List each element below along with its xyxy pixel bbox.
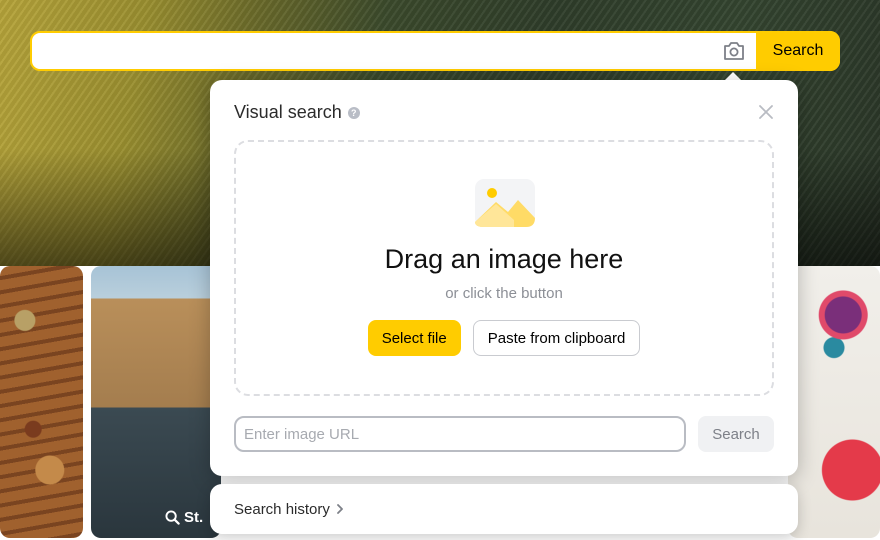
camera-icon <box>724 42 744 60</box>
search-button[interactable]: Search <box>756 31 840 71</box>
gallery-image-quilling[interactable] <box>788 266 880 538</box>
image-placeholder-icon <box>475 179 535 227</box>
help-icon[interactable]: ? <box>347 106 360 119</box>
search-input[interactable] <box>32 33 712 69</box>
gallery-image-city[interactable]: St. <box>91 266 221 538</box>
url-row: Search <box>234 416 774 452</box>
gallery-image-spices[interactable] <box>0 266 83 538</box>
search-history-link[interactable]: Search history <box>210 484 798 534</box>
panel-title: Visual search ? <box>234 102 360 123</box>
gallery-caption: St. <box>165 509 203 526</box>
drop-heading: Drag an image here <box>384 244 624 274</box>
url-search-button[interactable]: Search <box>698 416 774 452</box>
search-icon <box>165 510 180 525</box>
drop-subtext: or click the button <box>445 285 563 302</box>
gallery-caption-text: St. <box>184 509 204 526</box>
search-history-label: Search history <box>234 500 330 518</box>
chevron-right-icon <box>336 504 343 514</box>
panel-title-text: Visual search <box>234 102 342 122</box>
close-button[interactable] <box>756 102 776 122</box>
image-drop-zone[interactable]: Drag an image here or click the button S… <box>234 140 774 396</box>
paste-clipboard-button[interactable]: Paste from clipboard <box>472 320 641 356</box>
drop-buttons: Select file Paste from clipboard <box>236 320 772 356</box>
search-bar: Search <box>30 31 840 71</box>
close-icon <box>759 105 773 119</box>
image-url-input[interactable] <box>234 416 686 452</box>
visual-search-panel: Visual search ? Drag an image here or cl… <box>210 80 798 476</box>
visual-search-button[interactable] <box>712 33 756 69</box>
select-file-button[interactable]: Select file <box>367 320 461 356</box>
